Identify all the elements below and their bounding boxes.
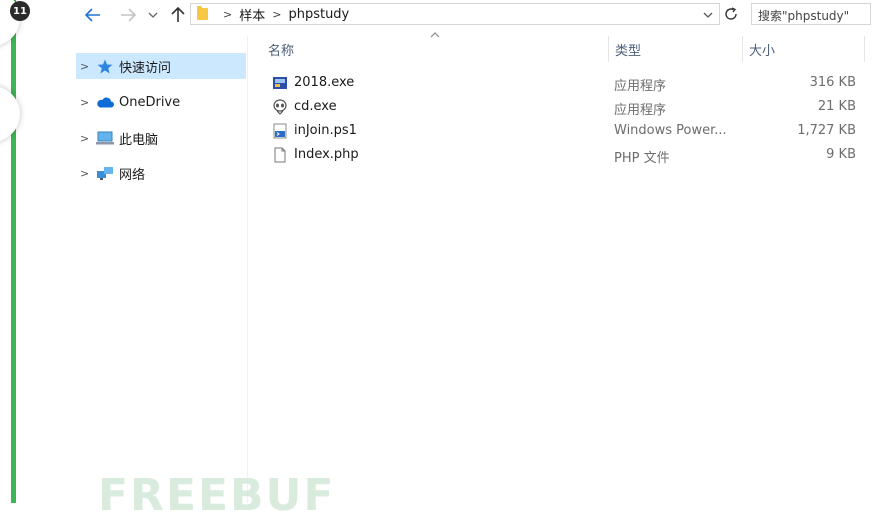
chevron-down-icon[interactable]: [703, 8, 713, 21]
file-name: 2018.exe: [294, 75, 355, 90]
chevron-right-icon[interactable]: >: [272, 8, 281, 21]
breadcrumb-item[interactable]: phpstudy: [288, 7, 349, 22]
nav-item-quick-access[interactable]: > 快速访问: [76, 53, 246, 79]
file-name: inJoin.ps1: [294, 123, 357, 138]
file-type: PHP 文件: [614, 151, 670, 166]
file-row[interactable]: inJoin.ps1 Windows Power... 1,727 KB: [268, 119, 868, 143]
file-type: Windows Power...: [614, 123, 727, 138]
file-size: 1,727 KB: [797, 123, 856, 138]
star-icon: [96, 58, 114, 74]
back-arrow-icon[interactable]: [82, 4, 104, 26]
file-size: 21 KB: [817, 99, 856, 114]
nav-item-label: 快速访问: [119, 60, 172, 76]
column-divider: [864, 36, 865, 62]
file-name: cd.exe: [294, 99, 337, 114]
nav-item-this-pc[interactable]: > 此电脑: [76, 125, 246, 151]
alien-exe-icon: [272, 99, 288, 115]
cloud-icon: [96, 94, 114, 110]
file-row[interactable]: 2018.exe 应用程序 316 KB: [268, 71, 868, 95]
chevron-right-icon[interactable]: >: [80, 167, 96, 180]
forward-arrow-icon[interactable]: [117, 4, 139, 26]
folder-icon: [197, 6, 208, 20]
side-circle-decoration: [0, 86, 20, 142]
search-input[interactable]: 搜索"phpstudy": [751, 3, 871, 25]
up-arrow-icon[interactable]: [168, 4, 188, 26]
refresh-icon[interactable]: [721, 4, 741, 24]
app-exe-icon: [272, 75, 288, 91]
file-type: 应用程序: [614, 79, 667, 94]
nav-item-label: 此电脑: [119, 132, 159, 148]
file-type: 应用程序: [614, 103, 667, 118]
file-size: 9 KB: [826, 147, 856, 162]
left-green-bar: [11, 0, 16, 503]
powershell-script-icon: [272, 123, 288, 139]
chevron-right-icon[interactable]: >: [80, 60, 96, 73]
file-row[interactable]: Index.php PHP 文件 9 KB: [268, 143, 868, 167]
column-header-type[interactable]: 类型: [608, 36, 742, 62]
chevron-right-icon[interactable]: >: [223, 8, 232, 21]
document-icon: [272, 147, 288, 163]
file-name: Index.php: [294, 147, 359, 162]
pane-divider: [247, 36, 248, 503]
nav-item-label: OneDrive: [119, 94, 181, 110]
computer-icon: [96, 130, 114, 146]
address-bar[interactable]: > 样本 > phpstudy: [190, 3, 720, 25]
nav-item-onedrive[interactable]: > OneDrive: [76, 89, 246, 115]
network-icon: [96, 165, 114, 181]
file-row[interactable]: cd.exe 应用程序 21 KB: [268, 95, 868, 119]
nav-item-label: 网络: [119, 167, 146, 183]
watermark-logo: FREEBUF: [98, 470, 336, 521]
step-number-badge: 11: [10, 1, 30, 21]
file-size: 316 KB: [809, 75, 856, 90]
recent-locations-chevron-icon[interactable]: [146, 4, 160, 26]
chevron-right-icon[interactable]: >: [80, 96, 96, 109]
column-header-name[interactable]: 名称: [268, 36, 608, 62]
column-header-size[interactable]: 大小: [742, 36, 864, 62]
nav-item-network[interactable]: > 网络: [76, 160, 246, 186]
chevron-right-icon[interactable]: >: [80, 132, 96, 145]
breadcrumb-item[interactable]: 样本: [239, 5, 265, 24]
